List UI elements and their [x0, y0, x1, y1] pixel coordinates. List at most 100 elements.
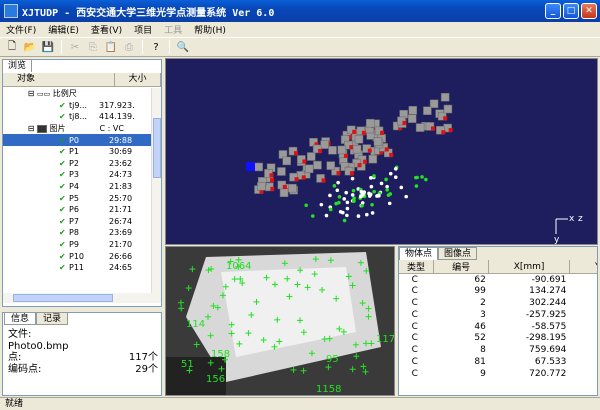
photo-view[interactable]: 1064 114 51 1158 95 1172 156 158 [165, 246, 395, 396]
tree-photo-item[interactable]: ✔ P4 21:83 [3, 181, 151, 193]
print-icon: ⎙ [125, 41, 133, 53]
check-icon[interactable]: ✔ [59, 182, 69, 191]
minimize-button[interactable]: _ [545, 3, 561, 19]
cube-marker [373, 137, 383, 146]
tree-photo-item[interactable]: ✔ P11 24:65 [3, 262, 151, 274]
tree-photo-item[interactable]: ✔ P3 24:73 [3, 169, 151, 181]
check-icon[interactable]: ✔ [59, 101, 69, 110]
red-marker [270, 186, 275, 191]
table-cell: C [411, 309, 418, 320]
menu-project[interactable]: 项目 [134, 23, 152, 36]
tree-photo-item[interactable]: ✔ P8 23:69 [3, 227, 151, 239]
menu-bar: 文件(F) 编辑(E) 查看(V) 项目 工具 帮助(H) [0, 22, 600, 37]
table-row[interactable]: C 81 67.533-108 [399, 356, 597, 368]
collapse-icon[interactable]: ⊟ [3, 124, 37, 133]
point-marker [387, 201, 392, 206]
point-marker [319, 202, 324, 207]
check-icon[interactable]: ✔ [59, 228, 69, 237]
photo-item-name: P8 [69, 228, 79, 238]
check-icon[interactable]: ✔ [59, 194, 69, 203]
table-row[interactable]: C 9 720.772141 [399, 368, 597, 380]
table-cell: 125 [569, 344, 597, 356]
check-icon[interactable]: ✔ [59, 147, 69, 156]
photo-image[interactable]: 1064 114 51 1158 95 1172 156 158 [166, 247, 394, 395]
menu-edit[interactable]: 编辑(E) [48, 23, 79, 36]
col-id[interactable]: 编号 [433, 260, 490, 274]
check-icon[interactable]: ✔ [59, 136, 69, 145]
open-folder-icon[interactable]: 📂 [22, 39, 38, 55]
table-cell: 3 [480, 309, 486, 320]
tab-image-points[interactable]: 图像点 [438, 247, 478, 260]
tree-scale-node[interactable]: ⊟ ▭▭ 比例尺 [3, 88, 151, 100]
col-size[interactable]: 大小 [115, 73, 161, 86]
tab-log[interactable]: 记录 [36, 312, 69, 325]
table-row[interactable]: C 3 -257.925-312 [399, 309, 597, 321]
save-icon[interactable]: 💾 [40, 39, 56, 55]
cut-icon: ✂ [70, 41, 80, 53]
check-icon[interactable]: ✔ [59, 112, 69, 121]
point-marker [372, 174, 376, 178]
coded-label: 编码点: [8, 363, 42, 375]
tree-photo-item[interactable]: ✔ P10 26:66 [3, 250, 151, 262]
tree-photo-item[interactable]: ✔ P0 29:88 [3, 134, 151, 146]
table-row[interactable]: C 46 -58.575-241 [399, 321, 597, 333]
collapse-icon[interactable]: ⊟ [3, 89, 37, 98]
3d-view[interactable]: xz y [165, 58, 598, 245]
table-row[interactable]: C 2 302.244-158 [399, 297, 597, 309]
tree-hscrollbar[interactable] [3, 293, 161, 303]
tree-photo-item[interactable]: ✔ P2 23:62 [3, 158, 151, 170]
tree-photo-node[interactable]: ⊟ 图片 C : VC [3, 123, 151, 135]
photo-point-label: 1158 [316, 384, 341, 395]
check-icon[interactable]: ✔ [59, 217, 69, 226]
table-cell: 9 [480, 368, 486, 379]
tree-scale-item[interactable]: ✔ tj9... 317.923. [3, 100, 151, 112]
table-row[interactable]: C 52 -298.195-280 [399, 332, 597, 344]
toolbar: 🗋 📂 💾 ✂ ⎘ 📋 ⎙ ? 🔍 [0, 37, 600, 57]
point-marker [370, 202, 374, 207]
help-icon[interactable]: ? [148, 39, 164, 55]
menu-view[interactable]: 查看(V) [91, 23, 122, 36]
tree-vscrollbar[interactable] [151, 88, 161, 293]
point-marker [345, 200, 350, 205]
point-marker [351, 188, 356, 193]
tab-object-points[interactable]: 物体点 [399, 247, 439, 260]
tree-photo-item[interactable]: ✔ P6 21:71 [3, 204, 151, 216]
tree-photo-item[interactable]: ✔ P1 30:69 [3, 146, 151, 158]
table-cell: -90.691 [531, 274, 567, 285]
close-button[interactable]: ✕ [581, 3, 597, 19]
check-icon[interactable]: ✔ [59, 205, 69, 214]
col-x[interactable]: X[mm] [488, 260, 570, 274]
col-object[interactable]: 对象 [3, 73, 115, 86]
table-row[interactable]: C 99 134.274-283 [399, 285, 597, 297]
tab-browse[interactable]: 浏览 [2, 59, 33, 72]
menu-file[interactable]: 文件(F) [6, 23, 36, 36]
col-type[interactable]: 类型 [399, 260, 435, 274]
check-icon[interactable]: ✔ [59, 159, 69, 168]
red-marker [389, 152, 394, 157]
table-row[interactable]: C 62 -90.691-424 [399, 274, 597, 286]
cube-marker [443, 104, 453, 114]
cube-marker [313, 160, 322, 170]
cube-marker [307, 152, 316, 161]
table-row[interactable]: C 8 759.694125 [399, 344, 597, 356]
check-icon[interactable]: ✔ [59, 240, 69, 249]
menu-help[interactable]: 帮助(H) [194, 23, 226, 36]
point-marker [414, 184, 419, 188]
new-file-icon[interactable]: 🗋 [4, 39, 20, 55]
tab-info[interactable]: 信息 [4, 312, 37, 325]
scale-item-name: tj9... [69, 100, 88, 110]
tree-photo-item[interactable]: ✔ P7 26:74 [3, 216, 151, 228]
maximize-button[interactable]: □ [563, 3, 579, 19]
zoom-icon[interactable]: 🔍 [175, 39, 191, 55]
3d-point-cloud[interactable]: x z y [166, 59, 597, 245]
tree-scale-item[interactable]: ✔ tj8... 414.139. [3, 111, 151, 123]
point-marker [304, 203, 308, 208]
check-icon[interactable]: ✔ [59, 170, 69, 179]
tree-photo-item[interactable]: ✔ P5 25:70 [3, 192, 151, 204]
point-marker [372, 189, 376, 194]
check-icon[interactable]: ✔ [59, 263, 69, 272]
col-y[interactable]: Y[m [569, 260, 597, 274]
tree-photo-item[interactable]: ✔ P9 21:70 [3, 239, 151, 251]
scale-item-size: 414.139. [99, 112, 135, 122]
check-icon[interactable]: ✔ [59, 252, 69, 261]
